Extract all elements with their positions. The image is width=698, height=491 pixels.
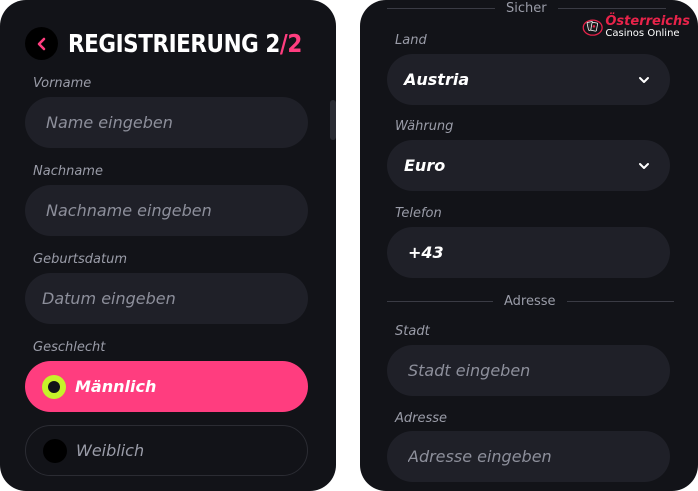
radio-checked-icon — [42, 374, 66, 399]
city-input[interactable] — [387, 345, 670, 396]
last-name-input[interactable] — [25, 185, 308, 236]
chevron-left-icon — [37, 37, 45, 50]
address-label: Adresse — [395, 411, 448, 426]
birthdate-field[interactable] — [25, 273, 308, 324]
registration-panel-left — [0, 0, 336, 491]
section-title: Sicher — [506, 1, 547, 16]
phone-field[interactable]: +43 — [387, 227, 670, 278]
logo-line-1: Österreichs — [605, 14, 690, 29]
currency-label: Währung — [395, 119, 454, 134]
country-select[interactable]: Austria — [387, 54, 670, 105]
casino-chip-icon — [582, 19, 603, 36]
chevron-down-icon — [639, 162, 649, 169]
title-main: REGISTRIERUNG 2 — [68, 29, 280, 58]
section-divider-address: Adresse — [387, 294, 674, 309]
gender-option-female[interactable]: Weiblich — [25, 425, 308, 476]
currency-value: Euro — [404, 156, 446, 175]
last-name-label: Nachname — [33, 164, 103, 179]
chevron-down-icon — [639, 76, 649, 83]
city-field[interactable] — [387, 345, 670, 396]
first-name-field[interactable] — [25, 97, 308, 148]
last-name-field[interactable] — [25, 185, 308, 236]
country-label: Land — [395, 33, 427, 48]
gender-label: Geschlecht — [33, 340, 106, 355]
phone-label: Telefon — [395, 206, 442, 221]
gender-option-label: Weiblich — [76, 441, 145, 460]
country-value: Austria — [404, 70, 470, 89]
radio-unchecked-icon — [43, 438, 67, 463]
city-label: Stadt — [395, 324, 430, 339]
address-input[interactable] — [387, 431, 670, 482]
birthdate-label: Geburtsdatum — [33, 252, 127, 267]
first-name-label: Vorname — [33, 76, 92, 91]
address-field[interactable] — [387, 431, 670, 482]
currency-select[interactable]: Euro — [387, 140, 670, 191]
brand-logo: Österreichs Casinos Online — [582, 11, 690, 43]
gender-option-male[interactable]: Männlich — [25, 361, 308, 412]
scrollbar[interactable] — [330, 100, 336, 140]
phone-value: +43 — [408, 243, 444, 262]
page-title: REGISTRIERUNG 2/2 — [68, 29, 302, 58]
title-separator: / — [279, 29, 288, 58]
gender-option-label: Männlich — [75, 377, 157, 396]
first-name-input[interactable] — [25, 97, 308, 148]
birthdate-input[interactable] — [25, 273, 308, 324]
section-title: Adresse — [504, 294, 556, 309]
title-total-steps: 2 — [287, 29, 302, 58]
logo-line-2: Casinos Online — [605, 28, 680, 39]
back-button[interactable] — [25, 27, 58, 60]
